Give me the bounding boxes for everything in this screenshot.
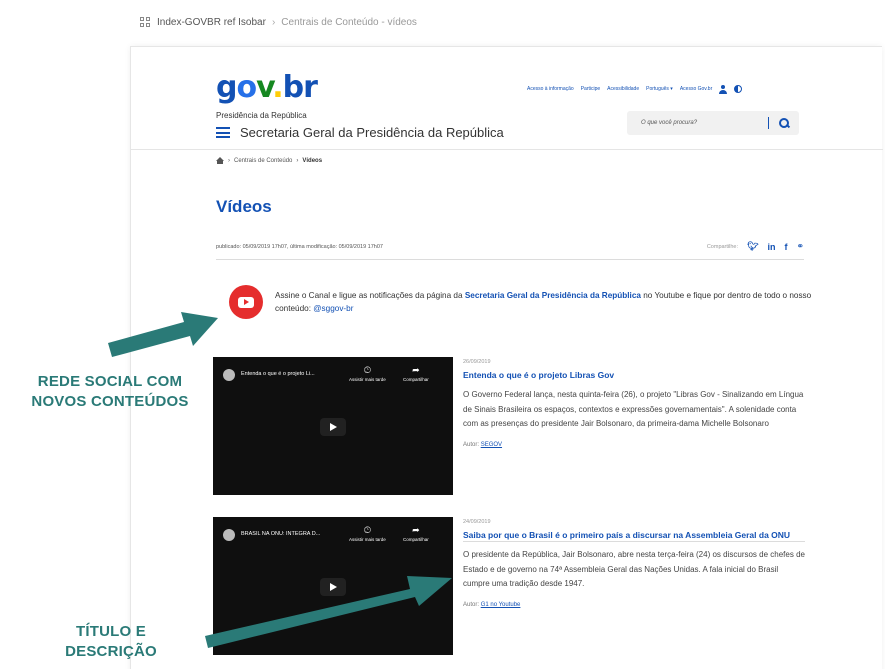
annotation-title-desc: TÍTULO E DESCRIÇÃO <box>65 623 157 660</box>
annotation-social: REDE SOCIAL COM NOVOS CONTEÚDOS <box>31 373 189 410</box>
arrow-title <box>205 576 452 648</box>
annotation-arrows <box>108 312 452 648</box>
arrow-social <box>108 312 218 357</box>
